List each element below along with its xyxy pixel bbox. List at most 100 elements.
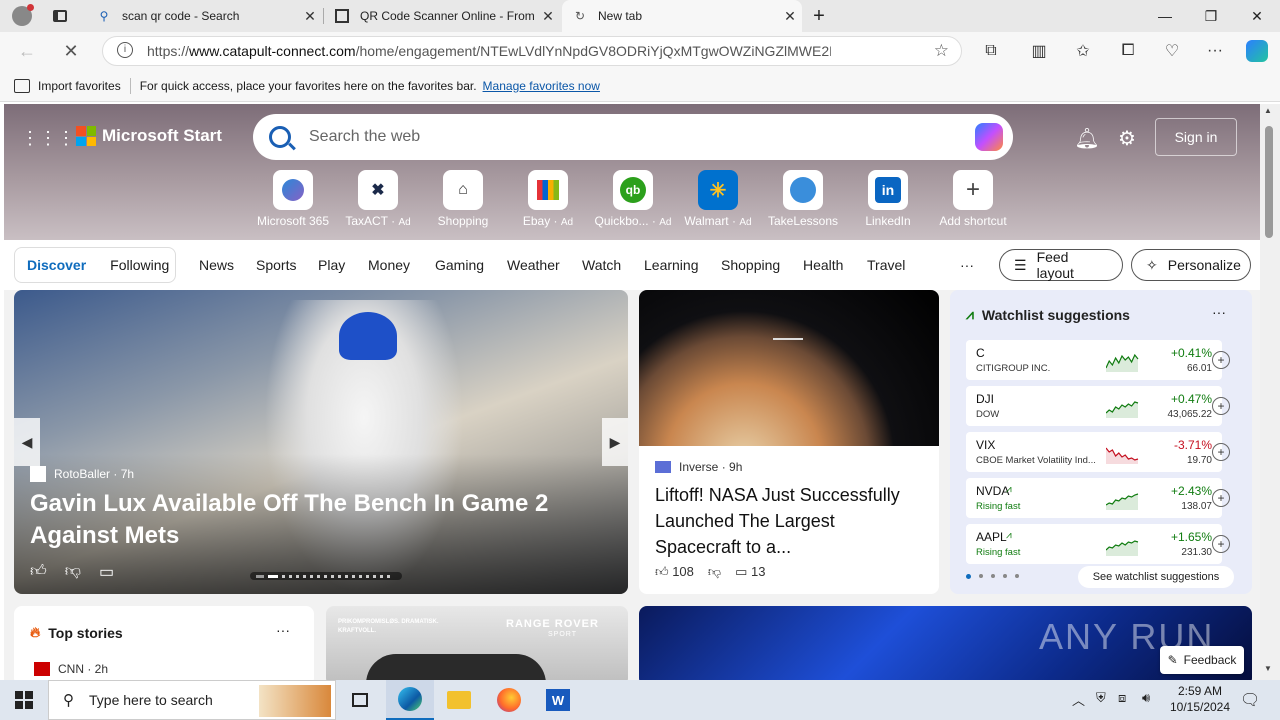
comments-button[interactable]: ▭ 13 — [735, 564, 765, 580]
nav-watch[interactable]: Watch — [582, 257, 621, 273]
more-options-button[interactable]: ··· — [1212, 304, 1226, 320]
nav-play[interactable]: Play — [318, 257, 345, 273]
shortcut-quickbooks[interactable]: qb Quickbo... · Ad — [593, 170, 673, 228]
nav-weather[interactable]: Weather — [507, 257, 560, 273]
feed-layout-button[interactable]: ☰ Feed layout — [999, 249, 1123, 281]
settings-gear-icon[interactable]: ⚙ — [1115, 126, 1139, 150]
file-explorer-icon[interactable] — [435, 680, 483, 720]
close-tab-icon[interactable]: ✕ — [298, 8, 322, 25]
close-window-button[interactable]: ✕ — [1234, 0, 1280, 32]
stock-row[interactable]: AAPL ⩘ Rising fast +1.65% 231.30 — [966, 524, 1222, 564]
split-screen-icon[interactable]: ▥ — [1024, 36, 1054, 66]
nav-travel[interactable]: Travel — [867, 257, 905, 273]
shortcut-shopping[interactable]: ⌂ Shopping — [423, 170, 503, 228]
show-hidden-icons[interactable]: ︿ — [1072, 690, 1085, 709]
tab-search[interactable]: ⚲ scan qr code - Search ✕ — [86, 0, 322, 32]
shortcut-walmart[interactable]: ✳ Walmart · Ad — [678, 170, 758, 228]
nasa-story-card[interactable]: Inverse · 9h Liftoff! NASA Just Successf… — [639, 290, 939, 594]
volume-icon[interactable]: 🔊︎ — [1142, 690, 1150, 706]
info-icon[interactable]: i — [117, 42, 133, 58]
close-tab-icon[interactable]: ✕ — [536, 8, 560, 25]
notifications-icon[interactable]: 🗨︎ — [1240, 690, 1260, 710]
start-button[interactable] — [0, 680, 48, 720]
favorite-star-icon[interactable]: ☆ — [934, 41, 949, 61]
tab-actions-icon[interactable] — [40, 0, 80, 32]
settings-more-icon[interactable]: ··· — [1200, 36, 1230, 66]
notifications-bell-icon[interactable]: 🔔︎ — [1074, 126, 1099, 150]
like-icon[interactable]: 👍︎ — [30, 562, 47, 582]
carousel-next-button[interactable]: ▶ — [602, 418, 628, 466]
firefox-icon[interactable] — [485, 680, 533, 720]
edge-taskbar-icon[interactable] — [386, 680, 434, 720]
page-scrollbar[interactable]: ▲ ▼ — [1260, 104, 1280, 680]
tab-discover[interactable]: Discover — [15, 257, 98, 273]
blue-image-card[interactable]: ANY RUN ✎ Feedback — [639, 606, 1252, 680]
range-rover-ad[interactable]: PRIKOMPROMISLØS. DRAMATISK. KRAFTVOLL. R… — [326, 606, 628, 680]
nav-health[interactable]: Health — [803, 257, 843, 273]
nav-sports[interactable]: Sports — [256, 257, 296, 273]
stock-row[interactable]: DJI DOW +0.47% 43,065.22 — [966, 386, 1222, 426]
import-favorites-button[interactable]: Import favorites — [38, 79, 121, 93]
minimize-button[interactable]: — — [1142, 0, 1188, 32]
shortcut-microsoft-365[interactable]: Microsoft 365 — [253, 170, 333, 228]
copilot-icon[interactable] — [975, 123, 1003, 151]
scrollbar-thumb[interactable] — [1265, 126, 1273, 238]
nav-news[interactable]: News — [199, 257, 234, 273]
tab-following[interactable]: Following — [98, 257, 181, 273]
web-search-input[interactable]: Search the web — [253, 114, 1013, 160]
extensions-icon[interactable]: ⧉ — [976, 36, 1006, 66]
comment-icon[interactable]: ▭ — [99, 562, 114, 582]
shortcut-takelessons[interactable]: TakeLessons — [763, 170, 843, 228]
stop-button[interactable]: ✕ — [56, 36, 86, 66]
add-to-watchlist-button[interactable]: + — [1212, 535, 1230, 553]
back-button[interactable]: ← — [12, 36, 42, 66]
favorites-icon[interactable]: ✩ — [1068, 36, 1098, 66]
shortcut-ebay[interactable]: Ebay · Ad — [508, 170, 588, 228]
nav-learning[interactable]: Learning — [644, 257, 699, 273]
collections-icon[interactable]: ⧠ — [1113, 36, 1143, 66]
like-button[interactable]: 👍︎ 108 — [655, 564, 694, 580]
see-watchlist-suggestions-button[interactable]: See watchlist suggestions — [1078, 566, 1234, 588]
more-options-button[interactable]: ··· — [276, 622, 290, 638]
tab-qr-scanner[interactable]: QR Code Scanner Online - From ✕ — [324, 0, 560, 32]
nav-shopping[interactable]: Shopping — [721, 257, 780, 273]
network-icon[interactable]: ⧈ — [1118, 690, 1126, 706]
copilot-icon[interactable] — [1242, 36, 1272, 66]
carousel-prev-button[interactable]: ◀ — [14, 418, 40, 466]
clock[interactable]: 2:59 AM 10/15/2024 — [1164, 683, 1236, 715]
story-headline[interactable]: Liftoff! NASA Just Successfully Launched… — [655, 482, 925, 560]
personalize-button[interactable]: ✧ Personalize — [1131, 249, 1251, 281]
featured-story-card[interactable]: ◀ ▶ RotoBaller · 7h Gavin Lux Available … — [14, 290, 628, 594]
story-headline[interactable]: Gavin Lux Available Off The Bench In Gam… — [30, 488, 570, 552]
profile-icon[interactable] — [4, 0, 40, 32]
manage-favorites-link[interactable]: Manage favorites now — [483, 79, 600, 93]
dislike-icon[interactable]: 👎︎ — [708, 564, 721, 580]
word-icon[interactable]: W — [534, 680, 582, 720]
taskbar-search-input[interactable]: ⚲ Type here to search — [48, 680, 336, 720]
stock-row[interactable]: VIX CBOE Market Volatility Ind... -3.71% 19… — [966, 432, 1222, 472]
shortcut-taxact[interactable]: ✖ TaxACT · Ad — [338, 170, 418, 228]
shortcut-linkedin[interactable]: in LinkedIn — [848, 170, 928, 228]
stock-row[interactable]: C CITIGROUP INC. +0.41% 66.01 — [966, 340, 1222, 380]
nav-money[interactable]: Money — [368, 257, 410, 273]
app-launcher-icon[interactable]: ⋮⋮⋮ — [21, 126, 75, 150]
restore-button[interactable]: ❐ — [1188, 0, 1234, 32]
watchlist-pager[interactable] — [966, 574, 1019, 579]
browser-essentials-icon[interactable]: ♡ — [1157, 36, 1187, 66]
close-tab-icon[interactable]: ✕ — [778, 8, 802, 25]
dislike-icon[interactable]: 👎︎ — [65, 562, 81, 582]
microsoft-start-logo[interactable]: Microsoft Start — [76, 126, 222, 146]
feedback-button[interactable]: ✎ Feedback — [1160, 646, 1244, 674]
nav-gaming[interactable]: Gaming — [435, 257, 484, 273]
add-to-watchlist-button[interactable]: + — [1212, 443, 1230, 461]
task-view-icon[interactable] — [336, 680, 384, 720]
add-shortcut-button[interactable]: + Add shortcut — [933, 170, 1013, 228]
carousel-dots[interactable] — [250, 572, 402, 580]
nav-more-button[interactable]: ··· — [960, 257, 974, 273]
new-tab-button[interactable]: + — [804, 0, 834, 32]
add-to-watchlist-button[interactable]: + — [1212, 397, 1230, 415]
sign-in-button[interactable]: Sign in — [1155, 118, 1237, 156]
security-icon[interactable]: ⛨ — [1096, 690, 1106, 706]
add-to-watchlist-button[interactable]: + — [1212, 489, 1230, 507]
tab-new-tab[interactable]: ↻ New tab ✕ — [562, 0, 802, 32]
